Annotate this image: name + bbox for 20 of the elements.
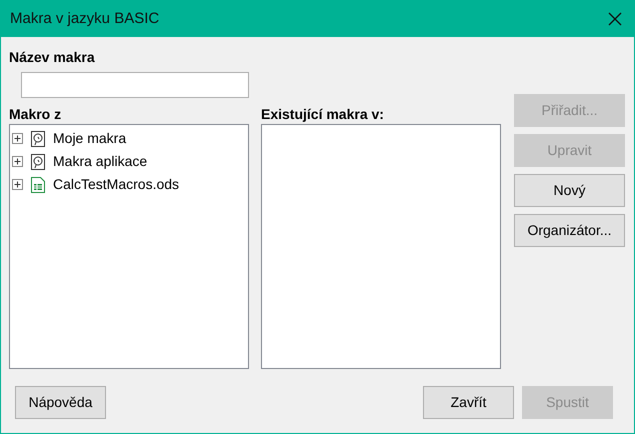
expand-icon[interactable]: [12, 156, 23, 167]
macro-name-field[interactable]: [21, 72, 249, 98]
dialog-button[interactable]: Nápověda: [15, 386, 106, 419]
window-title: Makra v jazyku BASIC: [10, 8, 160, 29]
expand-icon[interactable]: [12, 179, 23, 190]
field-label: Název makra: [9, 48, 95, 66]
tree-item[interactable]: Moje makra: [53, 128, 126, 149]
dialog-button[interactable]: Organizátor...: [514, 214, 625, 247]
macro-library-icon: [31, 130, 45, 146]
list-label: Existující makra v:: [261, 105, 384, 123]
dialog-button[interactable]: Nový: [514, 174, 625, 207]
expand-icon[interactable]: [12, 133, 23, 144]
list-label: Makro z: [9, 105, 62, 123]
close-icon[interactable]: [608, 12, 622, 26]
dialog-button[interactable]: Zavřít: [423, 386, 514, 419]
macro-tree[interactable]: Moje makra Makra aplikace CalcTestMacros.ods: [9, 124, 249, 369]
tree-item[interactable]: CalcTestMacros.ods: [53, 174, 180, 195]
macro-library-icon: [31, 154, 45, 170]
tree-item[interactable]: Makra aplikace: [53, 151, 148, 172]
spreadsheet-icon: [31, 176, 45, 192]
